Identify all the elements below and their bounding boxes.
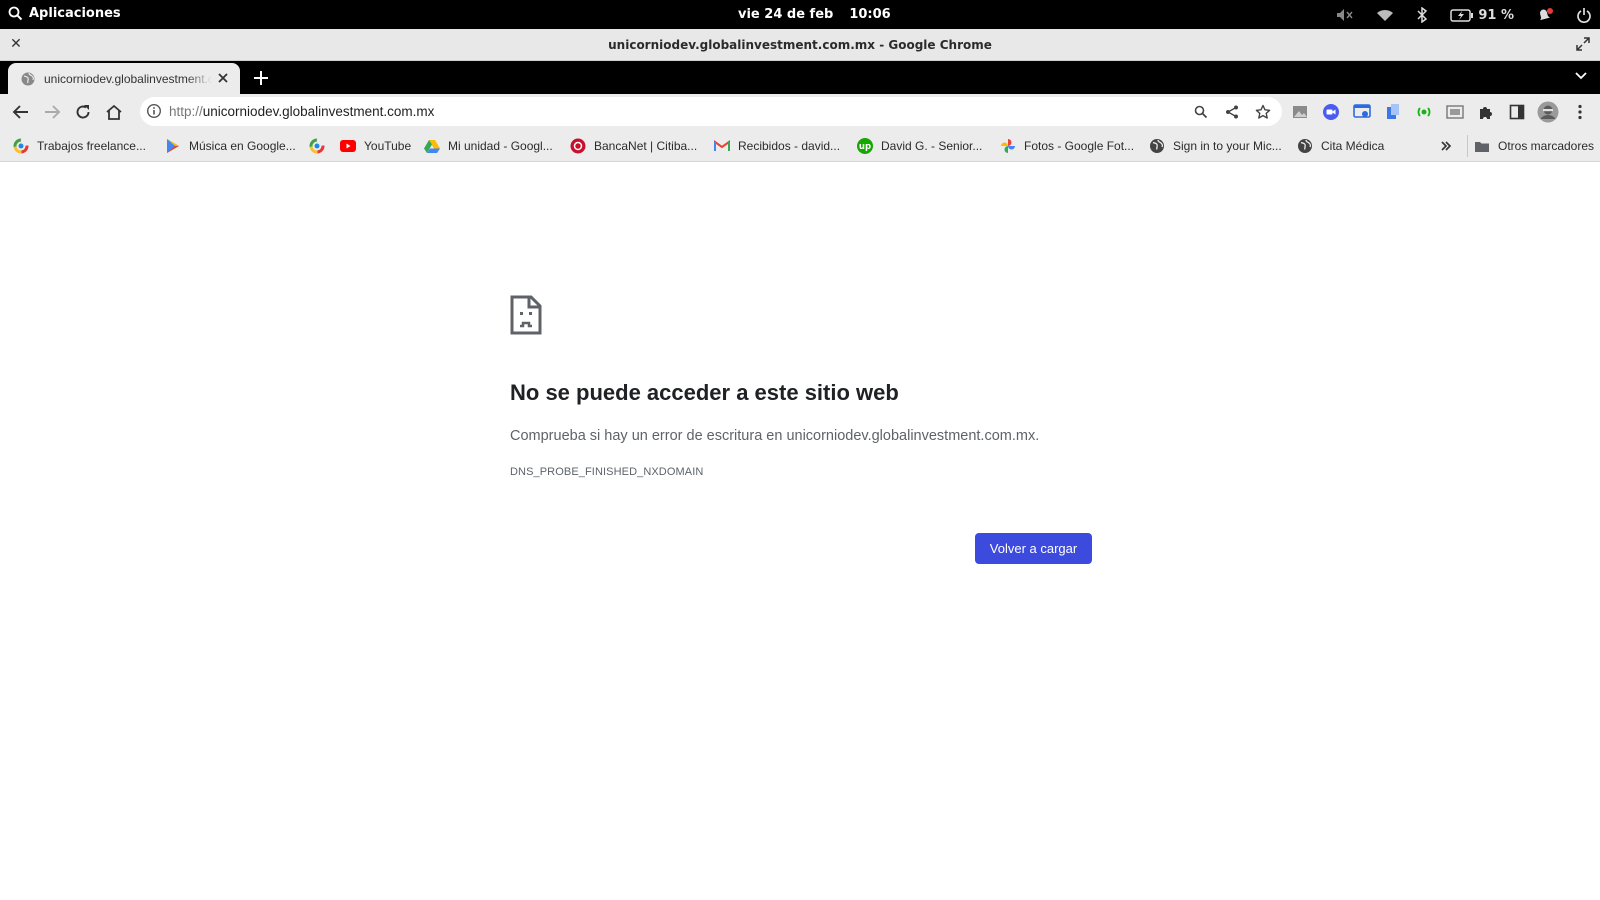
bookmarks-overflow-button[interactable] xyxy=(1440,135,1452,157)
system-top-bar: Aplicaciones vie 24 de feb 10:06 91 % xyxy=(0,0,1600,29)
other-bookmarks-label: Otros marcadores xyxy=(1498,139,1595,153)
window-title: unicorniodev.globalinvestment.com.mx - G… xyxy=(608,38,992,52)
bookmark-label: Recibidos - david... xyxy=(738,139,841,153)
error-code: DNS_PROBE_FINISHED_NXDOMAIN xyxy=(510,466,704,478)
notifications-bell-icon[interactable] xyxy=(1536,5,1554,25)
citibanamex-icon xyxy=(570,138,586,154)
volume-muted-icon[interactable] xyxy=(1336,5,1354,25)
bookmark-label: Sign in to your Mic... xyxy=(1173,139,1282,153)
back-arrow-icon xyxy=(12,105,28,119)
activities-button[interactable]: Aplicaciones xyxy=(8,6,121,21)
maximize-icon[interactable] xyxy=(1576,37,1590,56)
bookmark-label: Trabajos freelance... xyxy=(37,139,146,153)
bookmark-item[interactable]: YouTube xyxy=(340,135,411,157)
bookmark-label: Cita Médica xyxy=(1321,139,1385,153)
bookmark-label: Mi unidad - Googl... xyxy=(448,139,553,153)
profile-avatar[interactable] xyxy=(1537,101,1559,123)
gmail-icon xyxy=(714,138,730,154)
battery-indicator[interactable]: 91 % xyxy=(1450,5,1514,25)
double-chevron-right-icon xyxy=(1441,141,1452,151)
bookmark-label: YouTube xyxy=(364,139,412,153)
battery-charging-icon xyxy=(1450,8,1474,22)
tab-title: unicorniodev.globalinvestment.com.mx xyxy=(44,71,212,86)
clock[interactable]: vie 24 de feb 10:06 xyxy=(738,7,891,22)
bookmarks-bar: Trabajos freelance... Música en Google..… xyxy=(0,130,1600,162)
url-text: http://unicorniodev.globalinvestment.com… xyxy=(169,104,434,119)
bookmark-item[interactable]: Música en Google... xyxy=(165,135,296,157)
forward-arrow-icon xyxy=(45,105,61,119)
page-content: No se puede acceder a este sitio web Com… xyxy=(0,162,1600,900)
error-title: No se puede acceder a este sitio web xyxy=(510,380,899,405)
bookmark-item[interactable]: Recibidos - david... xyxy=(714,135,840,157)
google-drive-icon xyxy=(424,138,440,154)
wifi-icon[interactable] xyxy=(1376,5,1394,25)
bookmark-label: Música en Google... xyxy=(189,139,296,153)
bookmark-item[interactable]: Mi unidad - Googl... xyxy=(424,135,553,157)
extension-zoom-icon[interactable] xyxy=(1321,102,1341,122)
address-bar[interactable]: http://unicorniodev.globalinvestment.com… xyxy=(140,97,1282,126)
bookmark-label: BancaNet | Citiba... xyxy=(594,139,698,153)
new-tab-plus-icon[interactable] xyxy=(252,69,270,87)
home-icon xyxy=(106,104,122,120)
extension-screen-capture-icon[interactable] xyxy=(1352,102,1372,122)
reload-page-button[interactable]: Volver a cargar xyxy=(975,533,1092,564)
bookmark-item[interactable]: Sign in to your Mic... xyxy=(1149,135,1282,157)
bluetooth-icon[interactable] xyxy=(1416,5,1428,25)
rainbow-circle-icon xyxy=(13,138,29,154)
globe-icon xyxy=(1297,138,1313,154)
tab-active[interactable]: unicorniodev.globalinvestment.com.mx xyxy=(8,63,240,94)
error-description: Comprueba si hay un error de escritura e… xyxy=(510,428,1040,444)
site-info-icon[interactable] xyxy=(146,103,162,119)
bookmark-item[interactable]: Trabajos freelance... xyxy=(13,135,146,157)
extension-docs-icon[interactable] xyxy=(1383,102,1403,122)
battery-percent: 91 % xyxy=(1478,7,1514,23)
bookmark-star-icon[interactable] xyxy=(1254,103,1272,121)
svg-text:up: up xyxy=(859,142,871,152)
bookmark-label: Fotos - Google Fot... xyxy=(1024,139,1135,153)
bookmark-item[interactable]: Fotos - Google Fot... xyxy=(1000,135,1134,157)
reload-button[interactable] xyxy=(73,102,93,122)
rainbow-circle-icon xyxy=(309,138,325,154)
kebab-menu-icon[interactable] xyxy=(1570,102,1590,122)
url-host: unicorniodev.globalinvestment.com.mx xyxy=(202,104,435,119)
upwork-icon: up xyxy=(857,138,873,154)
play-store-icon xyxy=(165,138,181,154)
tab-strip: unicorniodev.globalinvestment.com.mx xyxy=(0,61,1600,94)
reload-icon xyxy=(76,105,90,119)
bookmark-label: David G. - Senior... xyxy=(881,139,983,153)
extensions-puzzle-icon[interactable] xyxy=(1476,102,1496,122)
browser-toolbar: http://unicorniodev.globalinvestment.com… xyxy=(0,94,1600,130)
tab-search-chevron-icon[interactable] xyxy=(1574,71,1588,81)
bookmark-item[interactable]: BancaNet | Citiba... xyxy=(570,135,697,157)
globe-icon xyxy=(1149,138,1165,154)
extension-image-icon[interactable] xyxy=(1290,102,1310,122)
google-photos-icon xyxy=(1000,138,1016,154)
apps-label: Aplicaciones xyxy=(29,6,121,21)
window-titlebar: ✕ unicorniodev.globalinvestment.com.mx -… xyxy=(0,29,1600,61)
globe-icon xyxy=(21,72,35,85)
back-button[interactable] xyxy=(11,102,31,122)
side-panel-icon[interactable] xyxy=(1507,102,1527,122)
date-label: vie 24 de feb xyxy=(738,7,834,22)
home-button[interactable] xyxy=(104,102,124,122)
bookmark-item[interactable] xyxy=(309,135,333,157)
url-scheme: http:// xyxy=(169,104,203,119)
youtube-icon xyxy=(340,138,356,154)
folder-icon xyxy=(1474,138,1490,154)
tab-close-icon[interactable] xyxy=(216,71,230,85)
extension-audio-icon[interactable] xyxy=(1414,102,1434,122)
system-tray[interactable]: 91 % xyxy=(1314,5,1592,25)
other-bookmarks-folder[interactable]: Otros marcadores xyxy=(1467,135,1594,157)
share-icon[interactable] xyxy=(1223,103,1241,121)
sad-page-icon xyxy=(510,295,542,335)
zoom-search-icon[interactable] xyxy=(1192,103,1210,121)
power-icon[interactable] xyxy=(1576,5,1592,25)
search-icon xyxy=(8,6,23,21)
time-label: 10:06 xyxy=(849,7,891,22)
bookmark-item[interactable]: up David G. - Senior... xyxy=(857,135,982,157)
extension-gallery-icon[interactable] xyxy=(1445,102,1465,122)
bookmark-item[interactable]: Cita Médica xyxy=(1297,135,1384,157)
forward-button[interactable] xyxy=(42,102,62,122)
